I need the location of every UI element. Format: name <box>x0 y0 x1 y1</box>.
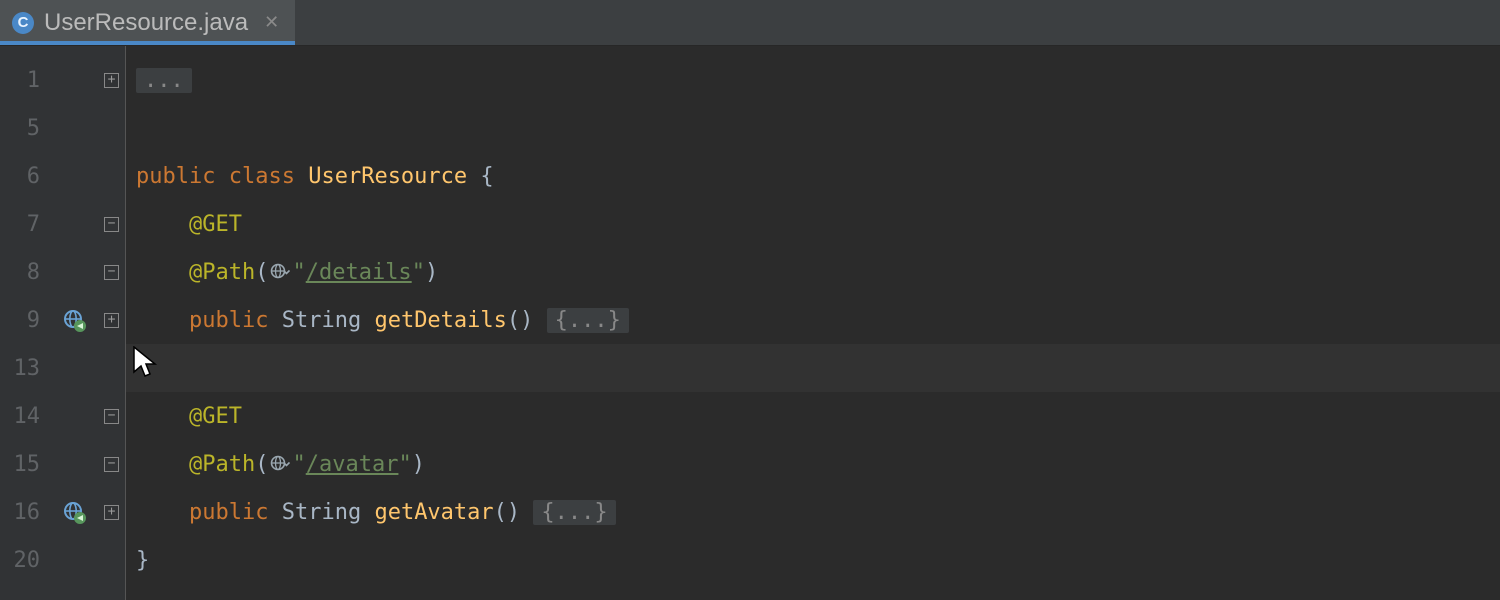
globe-icon[interactable] <box>270 454 290 472</box>
fold-toggle-icon[interactable]: − <box>104 217 119 232</box>
line-number: 16 <box>0 500 50 525</box>
line-number: 7 <box>0 212 50 237</box>
folded-region[interactable]: ... <box>136 68 192 93</box>
endpoint-gutter-icon[interactable] <box>63 501 85 523</box>
line-number: 9 <box>0 308 50 333</box>
line-number: 14 <box>0 404 50 429</box>
code-line[interactable]: @GET <box>126 404 242 429</box>
fold-toggle-icon[interactable]: + <box>104 73 119 88</box>
fold-column: + − − + − − + <box>98 46 126 600</box>
line-number: 8 <box>0 260 50 285</box>
line-number: 5 <box>0 116 50 141</box>
code-line[interactable]: @GET <box>126 212 242 237</box>
code-area[interactable]: ... public class UserResource { @GET @Pat… <box>126 46 1500 600</box>
tab-bar: C UserResource.java ✕ <box>0 0 1500 46</box>
code-line[interactable]: @Path("/details") <box>126 260 438 285</box>
gutter-icon-column <box>50 46 98 600</box>
folded-region[interactable]: {...} <box>533 500 615 525</box>
fold-toggle-icon[interactable]: − <box>104 265 119 280</box>
editor-tab[interactable]: C UserResource.java ✕ <box>0 0 295 45</box>
class-file-icon: C <box>12 12 34 34</box>
code-line[interactable]: ... <box>126 68 192 93</box>
line-number: 20 <box>0 548 50 573</box>
fold-toggle-icon[interactable]: + <box>104 505 119 520</box>
code-line[interactable]: } <box>126 548 149 573</box>
endpoint-gutter-icon[interactable] <box>63 309 85 331</box>
folded-region[interactable]: {...} <box>547 308 629 333</box>
line-number-gutter: 1567891314151620 <box>0 46 50 600</box>
fold-toggle-icon[interactable]: − <box>104 409 119 424</box>
close-icon[interactable]: ✕ <box>264 12 279 33</box>
code-line[interactable]: @Path("/avatar") <box>126 452 425 477</box>
line-number: 1 <box>0 68 50 93</box>
code-line[interactable]: public String getAvatar() {...} <box>126 500 616 525</box>
code-editor[interactable]: 1567891314151620 +−−+−−+ ...public class… <box>0 46 1500 600</box>
fold-toggle-icon[interactable]: + <box>104 313 119 328</box>
line-number: 13 <box>0 356 50 381</box>
tab-filename: UserResource.java <box>44 9 248 37</box>
code-line[interactable]: public String getDetails() {...} <box>126 308 629 333</box>
code-line[interactable]: public class UserResource { <box>126 164 494 189</box>
globe-icon[interactable] <box>270 262 290 280</box>
fold-toggle-icon[interactable]: − <box>104 457 119 472</box>
line-number: 6 <box>0 164 50 189</box>
line-number: 15 <box>0 452 50 477</box>
